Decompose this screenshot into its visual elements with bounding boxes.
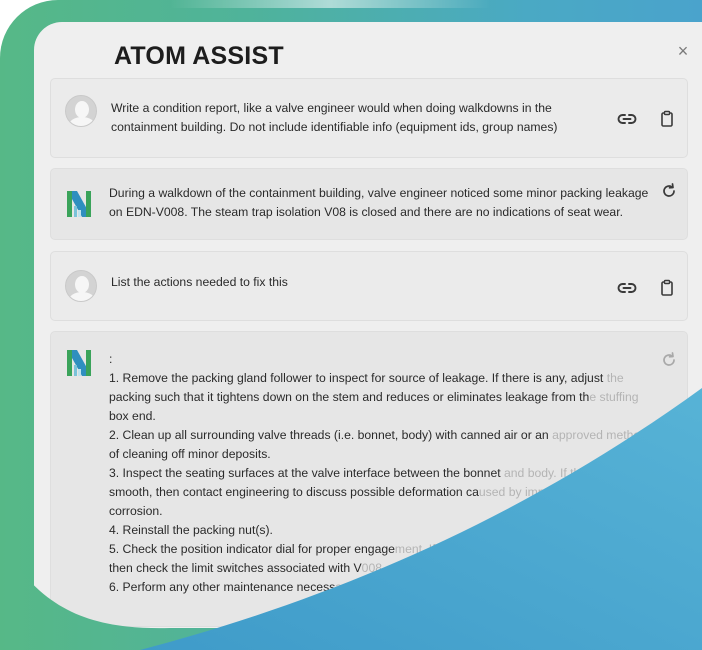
atom-logo-icon (65, 348, 93, 378)
message-line: corrosion. (109, 504, 163, 518)
window-title: ATOM ASSIST (114, 42, 284, 70)
message-line: then check the limit switches associated… (109, 561, 383, 575)
message-line: packing such that it tightens down on th… (109, 390, 639, 404)
message-line: of cleaning off minor deposits. (109, 447, 271, 461)
link-icon[interactable] (617, 109, 637, 129)
message-line: smooth, then contact engineering to disc… (109, 485, 561, 499)
message-line: containment building. Do not include ide… (111, 120, 558, 134)
chat-window: ATOM ASSIST × Write a condition report, … (34, 22, 702, 650)
message-text: List the actions needed to fix this (111, 273, 288, 292)
message-line: box end. (109, 409, 156, 423)
message-line: 5. Check the position indicator dial for… (109, 542, 436, 556)
message-line: 4. Reinstall the packing nut(s). (109, 523, 273, 537)
chat-message-user: Write a condition report, like a valve e… (50, 78, 688, 158)
message-line: 3. Inspect the seating surfaces at the v… (109, 466, 600, 480)
message-line: List the actions needed to fix this (111, 275, 288, 289)
message-text: : 1. Remove the packing gland follower t… (109, 350, 647, 597)
chat-message-assistant: During a walkdown of the containment bui… (50, 168, 688, 240)
message-line: Write a condition report, like a valve e… (111, 101, 552, 115)
chat-message-assistant: : 1. Remove the packing gland follower t… (50, 331, 688, 627)
message-line: 2. Clean up all surrounding valve thread… (109, 428, 647, 442)
clipboard-icon[interactable] (657, 109, 677, 129)
chat-message-user: List the actions needed to fix this (50, 251, 688, 321)
refresh-icon[interactable] (659, 350, 679, 370)
close-button[interactable]: × (672, 40, 694, 62)
user-avatar-icon (65, 95, 97, 127)
message-line: : (109, 352, 113, 366)
clipboard-icon[interactable] (657, 278, 677, 298)
message-line: on EDN-V008. The steam trap isolation V0… (109, 205, 623, 219)
message-line: During a walkdown of the containment bui… (109, 186, 649, 200)
message-line: 1. Remove the packing gland follower to … (109, 371, 624, 385)
user-avatar-icon (65, 270, 97, 302)
message-text: Write a condition report, like a valve e… (111, 99, 557, 137)
message-text: During a walkdown of the containment bui… (109, 184, 648, 222)
link-icon[interactable] (617, 278, 637, 298)
refresh-icon[interactable] (659, 181, 679, 201)
atom-logo-icon (65, 189, 93, 219)
message-line: 6. Perform any other maintenance necessa… (109, 580, 353, 594)
frame-glow (170, 0, 490, 8)
